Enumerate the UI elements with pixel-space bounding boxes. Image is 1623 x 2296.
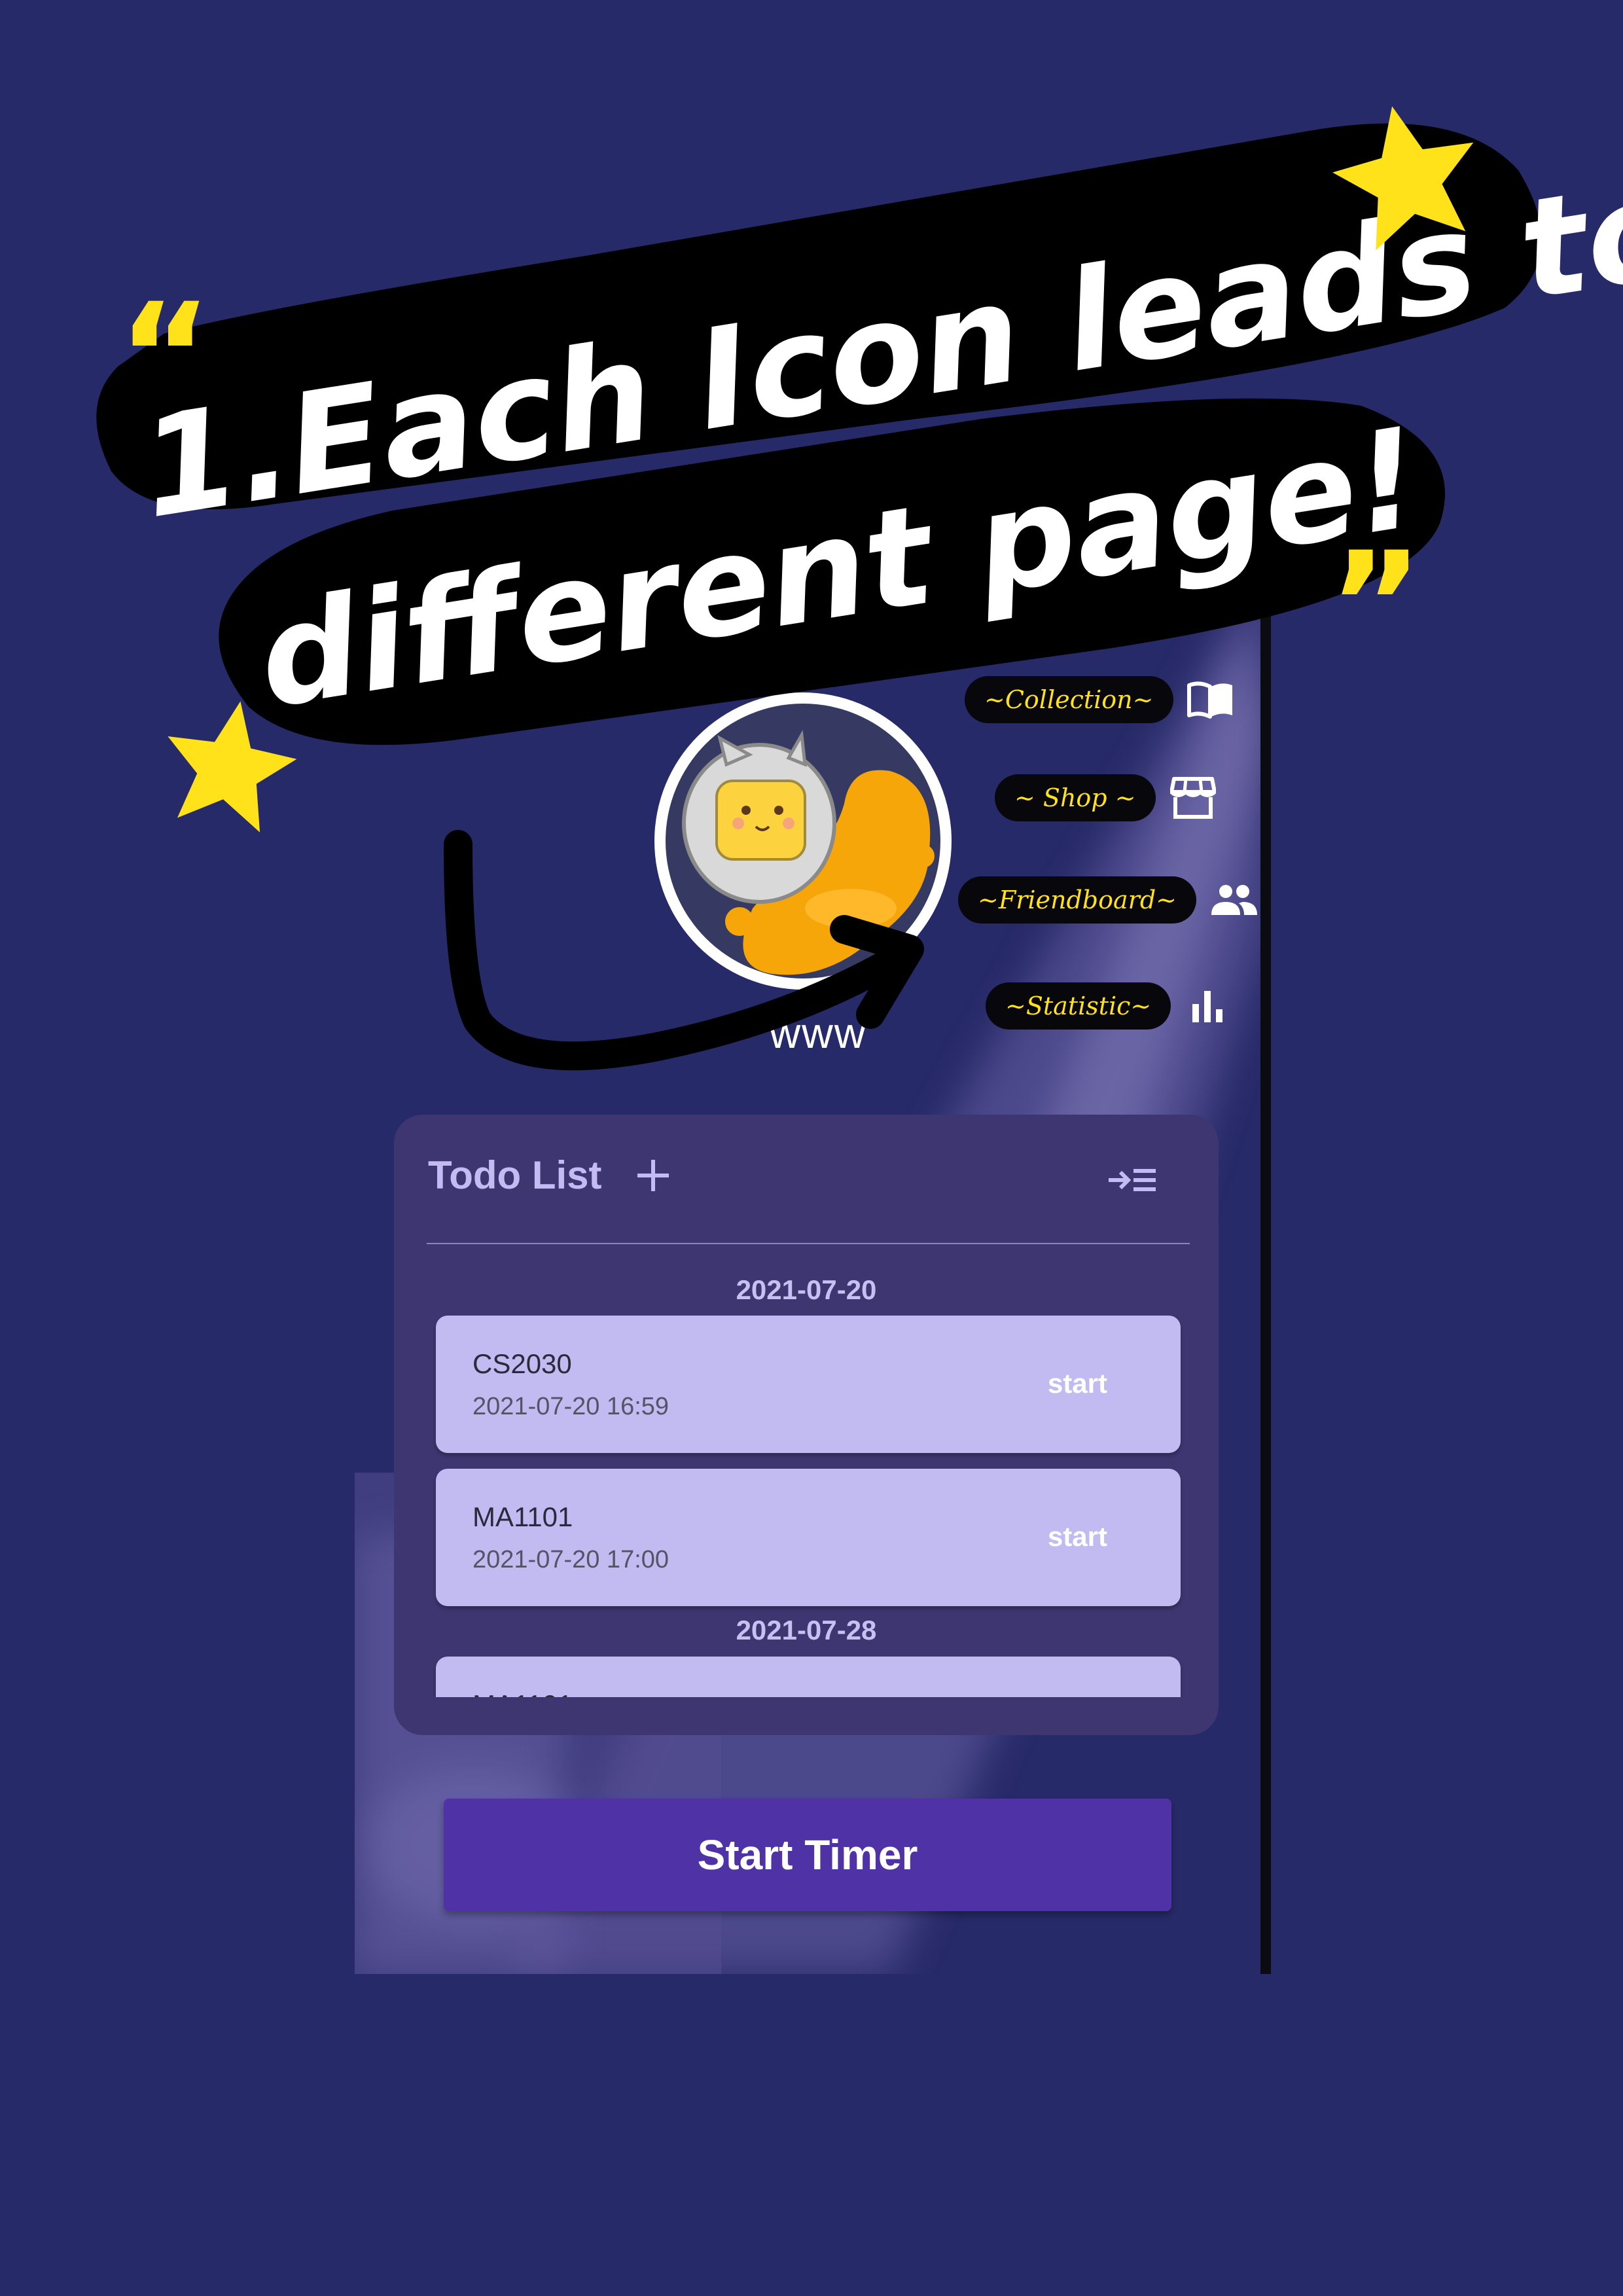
todo-item[interactable]: CS2030 2021-07-20 16:59 start — [436, 1316, 1181, 1453]
cat-astronaut-avatar — [666, 704, 940, 978]
nav-shop[interactable]: ~ Shop ~ — [995, 772, 1219, 823]
quote-close: ” — [1329, 521, 1423, 689]
nav-shop-label: ~ Shop ~ — [995, 774, 1156, 821]
quote-open: “ — [118, 272, 213, 440]
todo-header: Todo List — [428, 1153, 673, 1198]
todo-card: Todo List 2021-07-20 CS2030 2021-07-20 1… — [394, 1115, 1219, 1735]
nav-collection-label: ~Collection~ — [965, 676, 1173, 723]
todo-item[interactable]: MA1101 — [436, 1657, 1181, 1697]
todo-item[interactable]: MA1101 2021-07-20 17:00 start — [436, 1469, 1181, 1606]
username: www — [769, 1009, 867, 1057]
start-button[interactable]: start — [1048, 1521, 1107, 1552]
todo-divider — [427, 1243, 1190, 1244]
todo-item-time: 2021-07-20 17:00 — [473, 1546, 669, 1573]
todo-title: Todo List — [428, 1153, 602, 1197]
collapse-list-icon[interactable] — [1106, 1162, 1158, 1198]
date-header: 2021-07-20 — [736, 1274, 877, 1305]
plus-icon[interactable] — [633, 1156, 673, 1195]
todo-item-name: CS2030 — [473, 1348, 572, 1379]
store-icon[interactable] — [1168, 772, 1219, 823]
star-doodle — [1332, 106, 1474, 251]
todo-item-time: 2021-07-20 16:59 — [473, 1393, 669, 1420]
nav-collection[interactable]: ~Collection~ — [965, 674, 1236, 725]
date-header: 2021-07-28 — [736, 1615, 877, 1645]
todo-list-clip: MA1101 — [394, 1657, 1219, 1697]
star-doodle — [168, 701, 297, 833]
book-icon[interactable] — [1185, 674, 1236, 725]
todo-item-name: MA1101 — [473, 1689, 573, 1697]
todo-item-name: MA1101 — [473, 1501, 573, 1532]
nav-friendboard[interactable]: ~Friendboard~ — [958, 874, 1259, 925]
screen-edge — [1260, 576, 1271, 1974]
nav-statistic[interactable]: ~Statistic~ — [986, 980, 1234, 1031]
nav-statistic-label: ~Statistic~ — [986, 982, 1171, 1030]
people-icon[interactable] — [1208, 874, 1259, 925]
bar-chart-icon[interactable] — [1183, 980, 1234, 1031]
start-button[interactable]: start — [1048, 1368, 1107, 1399]
avatar[interactable] — [654, 692, 952, 990]
nav-friendboard-label: ~Friendboard~ — [958, 876, 1196, 924]
start-timer-button[interactable]: Start Timer — [444, 1799, 1171, 1911]
